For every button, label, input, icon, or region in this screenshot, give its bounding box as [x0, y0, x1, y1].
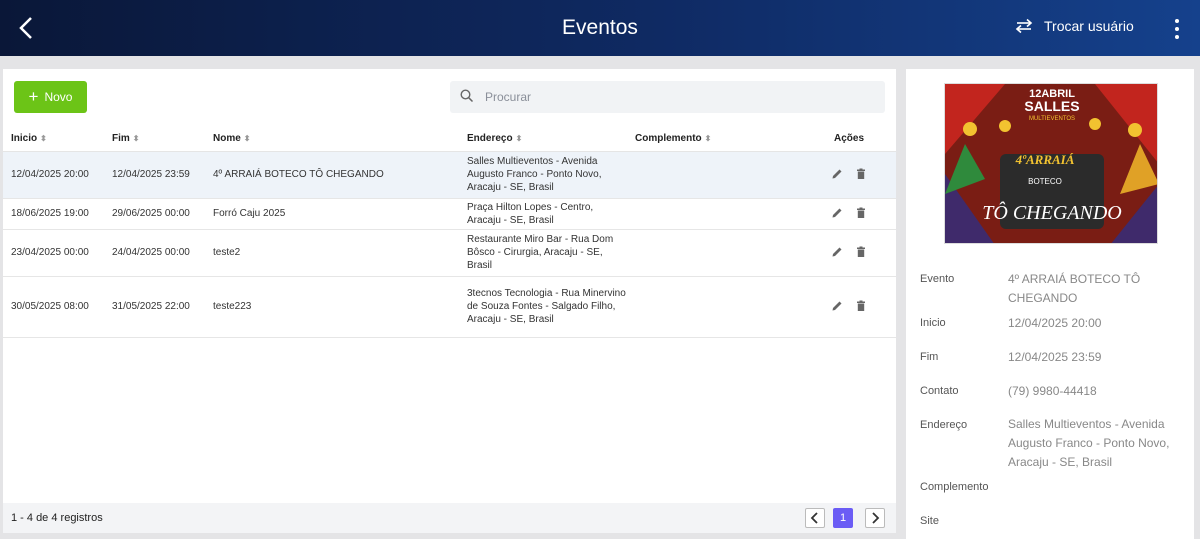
table-row[interactable]: 30/05/2025 08:00 31/05/2025 22:00 teste2… [3, 276, 896, 338]
chevron-right-icon [872, 512, 880, 524]
detail-value-evento: 4º ARRAIÁ BOTECO TÔ CHEGANDO [1008, 272, 1141, 305]
cell-endereco: Praça Hilton Lopes - Centro, Aracaju - S… [459, 198, 627, 230]
cell-endereco: 3tecnos Tecnologia - Rua Minervino de So… [459, 276, 627, 338]
detail-value-fim: 12/04/2025 23:59 [1008, 350, 1102, 364]
event-detail-panel: 12ABRIL SALLES MULTIEVENTOS 4ºARRAIÁ BOT… [906, 69, 1194, 539]
prev-page-button[interactable] [805, 508, 825, 528]
cell-fim: 24/04/2025 00:00 [104, 229, 205, 277]
search-box [450, 81, 885, 113]
cell-inicio: 18/06/2025 19:00 [3, 198, 104, 230]
records-count: 1 - 4 de 4 registros [11, 512, 103, 524]
col-fim[interactable]: Fim ⬍ [104, 126, 205, 152]
cell-fim: 29/06/2025 00:00 [104, 198, 205, 230]
svg-text:4ºARRAIÁ: 4ºARRAIÁ [1015, 152, 1075, 167]
edit-pencil-icon[interactable] [831, 207, 843, 219]
new-button-label: Novo [44, 90, 73, 104]
switch-user-button[interactable]: Trocar usuário [1014, 18, 1134, 34]
col-nome[interactable]: Nome ⬍ [205, 126, 459, 152]
cell-endereco: Salles Multieventos - Avenida Augusto Fr… [459, 151, 627, 199]
edit-pencil-icon[interactable] [831, 246, 843, 258]
switch-user-label: Trocar usuário [1044, 18, 1134, 34]
svg-text:MULTIEVENTOS: MULTIEVENTOS [1029, 116, 1075, 122]
detail-value-contato: (79) 9980-44418 [1008, 384, 1097, 398]
sort-icon: ⬍ [40, 133, 47, 143]
edit-pencil-icon[interactable] [831, 300, 843, 312]
chevron-left-icon [810, 512, 818, 524]
cell-inicio: 23/04/2025 00:00 [3, 229, 104, 277]
cell-fim: 12/04/2025 23:59 [104, 151, 205, 199]
cell-complemento [627, 151, 802, 199]
cell-actions [802, 229, 896, 277]
new-event-button[interactable]: + Novo [14, 81, 87, 113]
table-row[interactable]: 18/06/2025 19:00 29/06/2025 00:00 Forró … [3, 198, 896, 230]
detail-label-complemento: Complemento [920, 481, 989, 493]
table-footer: 1 - 4 de 4 registros 1 [3, 503, 896, 533]
detail-value-endereco: Salles Multieventos - Avenida Augusto Fr… [1008, 417, 1170, 469]
col-complemento[interactable]: Complemento ⬍ [627, 126, 802, 152]
detail-label-contato: Contato [920, 385, 959, 397]
col-inicio[interactable]: Inicio ⬍ [3, 126, 104, 152]
cell-fim: 31/05/2025 22:00 [104, 276, 205, 338]
next-page-button[interactable] [865, 508, 885, 528]
swap-icon [1015, 18, 1033, 34]
search-input[interactable] [485, 81, 875, 113]
sort-icon: ⬍ [515, 133, 523, 143]
trash-icon[interactable] [855, 246, 867, 258]
cell-actions [802, 198, 896, 230]
page-button-1[interactable]: 1 [833, 508, 853, 528]
edit-pencil-icon[interactable] [831, 168, 843, 180]
cell-actions [802, 151, 896, 199]
app-header: Eventos Trocar usuário [0, 0, 1200, 56]
event-poster-image: 12ABRIL SALLES MULTIEVENTOS 4ºARRAIÁ BOT… [944, 83, 1158, 244]
events-card: + Novo Inicio⬍ Fim⬍ Nome⬍ Endereço⬍ Comp… [3, 69, 896, 533]
detail-label-site: Site [920, 515, 939, 527]
svg-text:TÔ CHEGANDO: TÔ CHEGANDO [982, 200, 1121, 224]
detail-label-evento: Evento [920, 273, 955, 285]
cell-nome: Forró Caju 2025 [205, 198, 459, 230]
search-icon [460, 89, 474, 103]
sort-icon: ⬍ [243, 133, 251, 143]
events-table: Inicio ⬍ Fim ⬍ Nome ⬍ Endereço ⬍ Complemento… [3, 126, 896, 338]
svg-text:BOTECO: BOTECO [1028, 177, 1062, 186]
cell-nome: 4º ARRAIÁ BOTECO TÔ CHEGANDO [205, 151, 459, 199]
detail-value-inicio: 12/04/2025 20:00 [1008, 316, 1102, 330]
cell-endereco: Restaurante Miro Bar - Rua Dom Bôsco - C… [459, 229, 627, 277]
cell-nome: teste223 [205, 276, 459, 338]
sort-icon: ⬍ [704, 133, 712, 143]
col-endereco[interactable]: Endereço ⬍ [459, 126, 627, 152]
detail-label-inicio: Inicio [920, 317, 946, 329]
more-vertical-icon[interactable] [1170, 17, 1184, 39]
sort-icon: ⬍ [132, 133, 140, 143]
plus-icon: + [28, 86, 39, 106]
trash-icon[interactable] [855, 300, 867, 312]
cell-inicio: 30/05/2025 08:00 [3, 276, 104, 338]
table-row[interactable]: 12/04/2025 20:00 12/04/2025 23:59 4º ARR… [3, 151, 896, 199]
svg-text:SALLES: SALLES [1024, 98, 1079, 114]
trash-icon[interactable] [855, 168, 867, 180]
cell-complemento [627, 276, 802, 338]
table-header-row: Inicio ⬍ Fim ⬍ Nome ⬍ Endereço ⬍ Complemento… [3, 126, 896, 152]
detail-label-fim: Fim [920, 351, 939, 363]
table-row[interactable]: 23/04/2025 00:00 24/04/2025 00:00 teste2… [3, 229, 896, 277]
cell-complemento [627, 229, 802, 277]
col-acoes: Ações [802, 126, 896, 152]
cell-actions [802, 276, 896, 338]
cell-complemento [627, 198, 802, 230]
cell-inicio: 12/04/2025 20:00 [3, 151, 104, 199]
detail-label-endereco: Endereço [920, 419, 968, 431]
trash-icon[interactable] [855, 207, 867, 219]
cell-nome: teste2 [205, 229, 459, 277]
